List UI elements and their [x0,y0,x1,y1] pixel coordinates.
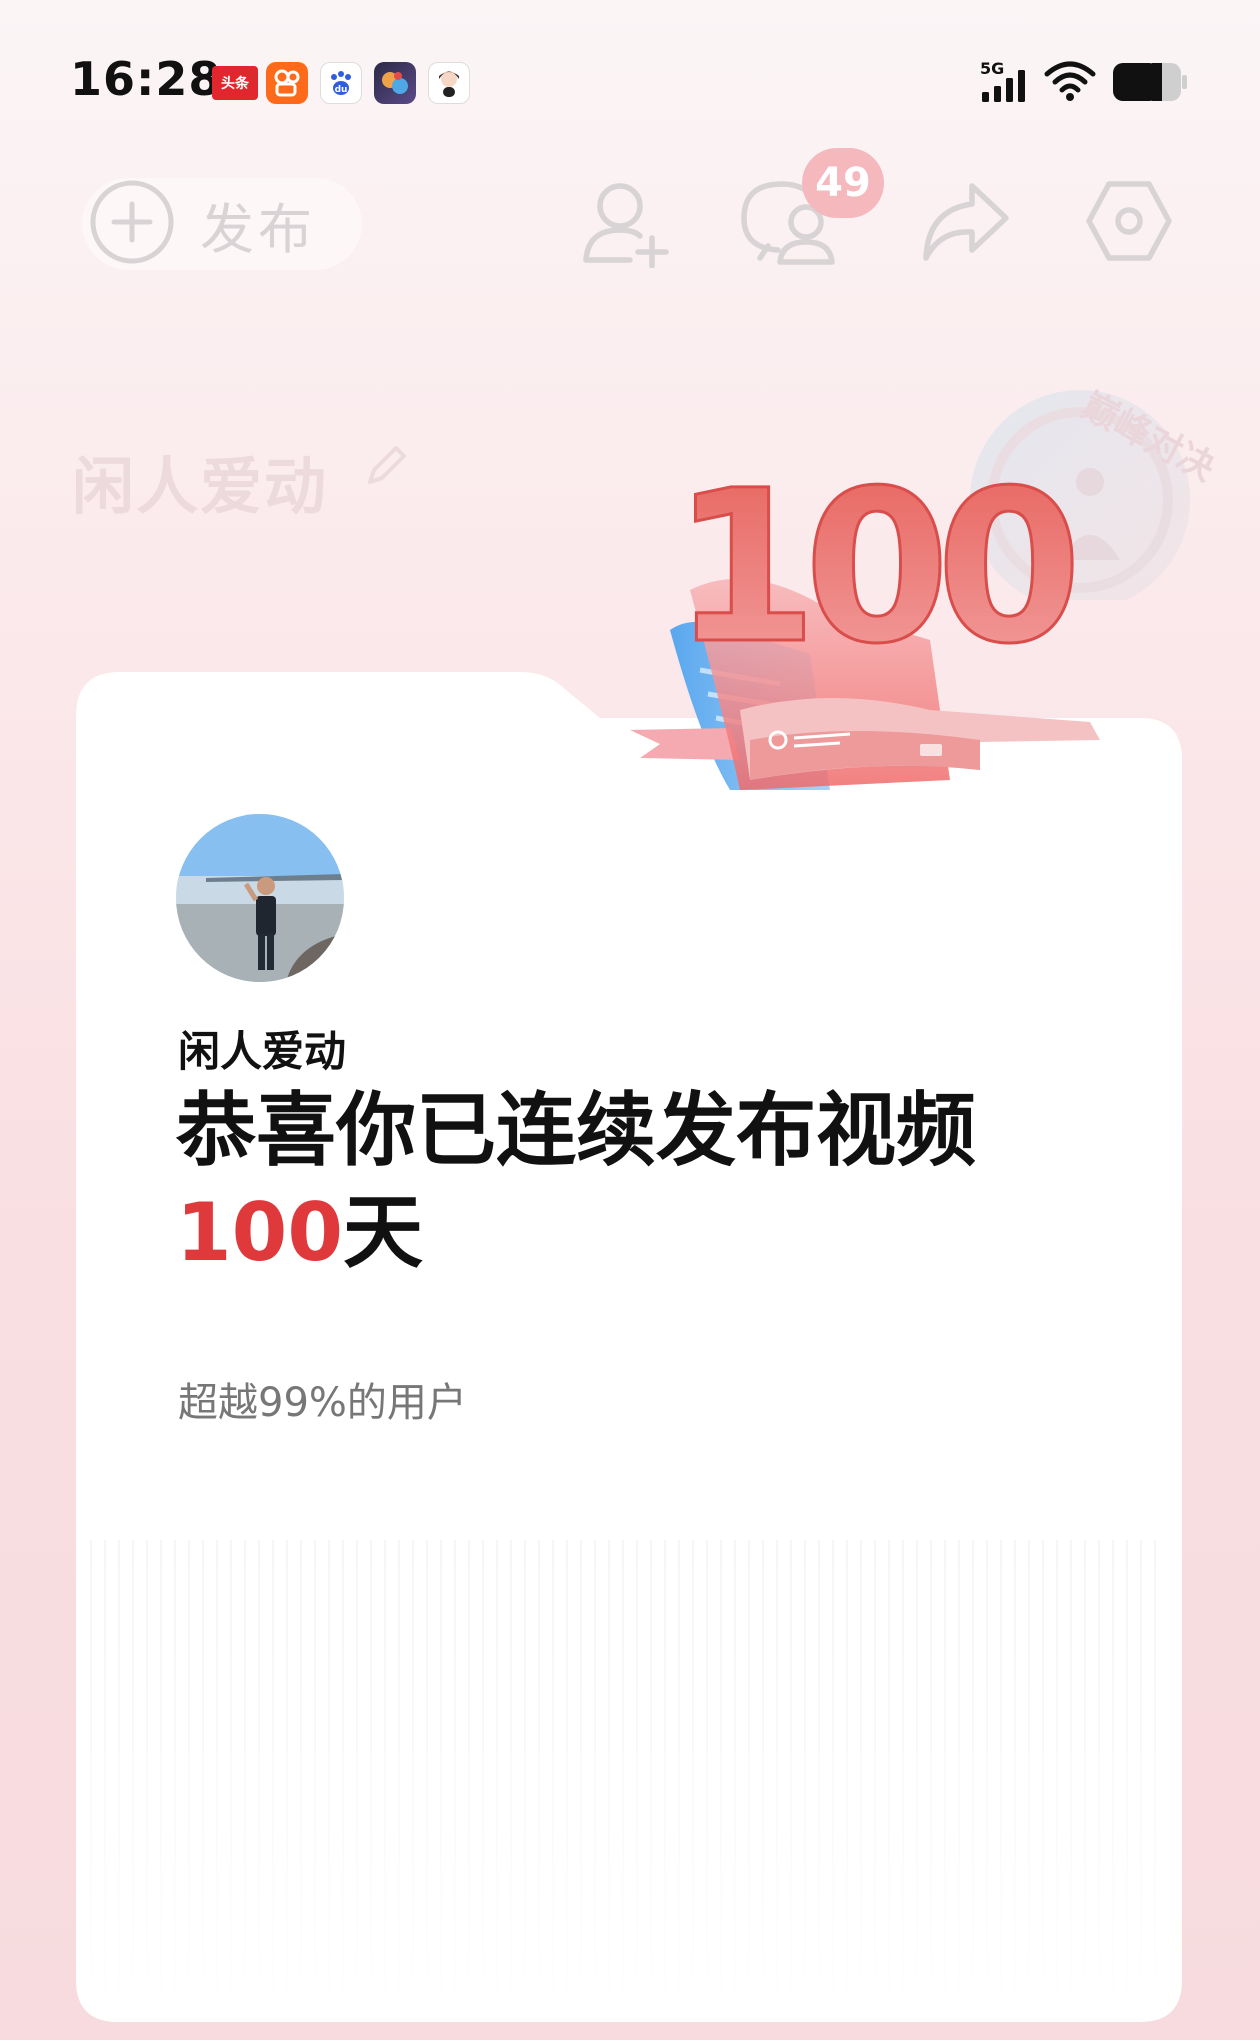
headline-text: 恭喜你已连续发布视频 [176,1084,976,1177]
card-username: 闲人爱动 [178,1027,347,1076]
ranking-subtitle: 超越99%的用户 [178,1380,467,1426]
decorative-stripes [90,1540,1160,2020]
hero-100-illustration: 100 [630,440,1110,804]
user-avatar[interactable] [176,814,344,982]
achievement-headline: 恭喜你已连续发布视频 100天 [176,1080,1056,1284]
days-unit: 天 [343,1186,423,1279]
svg-text:100: 100 [672,445,1073,690]
days-number: 100 [176,1186,343,1279]
